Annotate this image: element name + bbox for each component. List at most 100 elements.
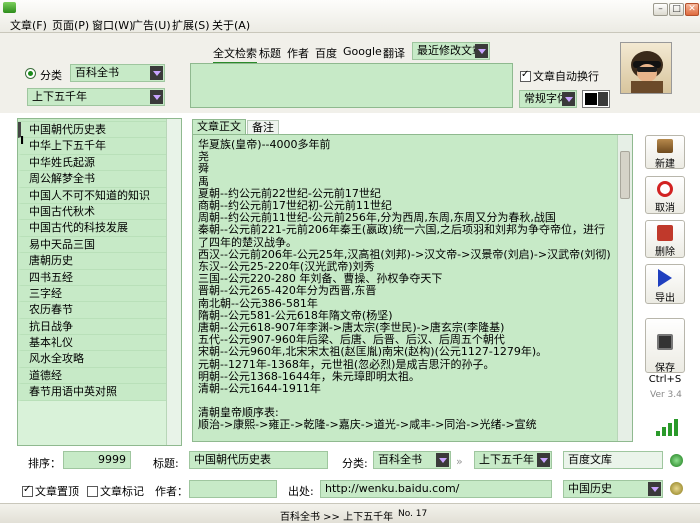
list-item[interactable]: 基本礼仪 (18, 335, 181, 352)
delete-button[interactable]: 删除 (645, 220, 685, 258)
tab-author[interactable]: 作者 (287, 45, 309, 61)
go-icon[interactable] (670, 454, 683, 467)
title-field[interactable]: 中国朝代历史表 (189, 451, 328, 469)
list-item[interactable]: 抗日战争 (18, 318, 181, 336)
sort-select[interactable]: 最近修改文章 (412, 42, 490, 60)
list-item[interactable]: 四书五经 (18, 269, 181, 286)
library-select[interactable]: 百度文库 (563, 451, 663, 469)
category-primary-select[interactable]: 百科全书 (70, 64, 165, 82)
tab-baidu[interactable]: 百度 (315, 45, 337, 61)
tab-title[interactable]: 标题 (259, 45, 281, 61)
mark-article-label: 文章标记 (100, 485, 144, 498)
content-line: 秦朝--公元前221-元前206年秦王(嬴政)统一六国,之后项羽和刘邦为争夺帝位… (198, 223, 605, 249)
export-button[interactable]: 导出 (645, 264, 685, 304)
list-item[interactable]: 春节用语中英对照 (18, 384, 181, 401)
pin-article-checkbox[interactable]: 文章置顶 (22, 483, 79, 499)
minimize-button[interactable]: – (653, 3, 668, 16)
category-field-select[interactable]: 百科全书 (373, 451, 451, 469)
menu-window[interactable]: 窗口(W) (92, 17, 133, 33)
list-item[interactable]: 中华姓氏起源 (18, 154, 181, 172)
category-radio[interactable] (25, 68, 36, 79)
status-bar: 百科全书 >> 上下五千年 No. 17 (0, 503, 700, 523)
library-value: 百度文库 (568, 453, 612, 466)
cancel-icon (657, 181, 673, 197)
content-line: 晋朝--公元265-420年分为西晋,东晋 (198, 284, 377, 298)
go-icon[interactable] (670, 482, 683, 495)
list-item[interactable]: 道德经 (18, 367, 181, 385)
checkbox-checked-icon (520, 69, 531, 82)
list-item[interactable]: 周公解梦全书 (18, 171, 181, 188)
content-line: 尧 (198, 150, 209, 164)
content-line: 南北朝--公元386-581年 (198, 296, 318, 310)
avatar (620, 42, 672, 94)
save-button[interactable]: 保存 Ctrl+S (645, 318, 685, 385)
source-tag-select[interactable]: 中国历史 (563, 480, 663, 498)
text-cursor-icon: I (20, 134, 25, 147)
menu-bar: 文章(F) 页面(P) 窗口(W) 广告(U) 扩展(S) 关于(A) – □ … (0, 0, 700, 33)
auto-wrap-checkbox[interactable]: 文章自动换行 (520, 68, 599, 84)
new-button[interactable]: 新建 (645, 135, 685, 170)
version-label: Ver 3.4 (650, 390, 682, 400)
author-field[interactable] (189, 480, 277, 498)
menu-page[interactable]: 页面(P) (52, 17, 89, 33)
sort-order-field[interactable]: 9999 (63, 451, 131, 469)
list-item[interactable]: 中国人不可不知道的知识 (18, 187, 181, 204)
subcategory-field-select[interactable]: 上下五千年 (474, 451, 552, 469)
separator-arrows: » (456, 455, 463, 468)
chevron-down-icon (150, 90, 163, 104)
chevron-down-icon (562, 92, 575, 106)
auto-wrap-label: 文章自动换行 (533, 70, 599, 83)
chevron-down-icon (537, 453, 550, 467)
tab-article-body[interactable]: 文章正文 (192, 119, 246, 135)
color-picker[interactable] (582, 90, 610, 108)
list-item[interactable]: 农历春节 (18, 302, 181, 319)
menu-article[interactable]: 文章(F) (10, 17, 47, 33)
tab-translate[interactable]: 翻译 (383, 45, 405, 61)
cancel-button-label: 取消 (655, 203, 675, 214)
maximize-button[interactable]: □ (669, 3, 684, 16)
list-item[interactable]: 易中天品三国 (18, 236, 181, 254)
subcategory-field-value: 上下五千年 (479, 453, 534, 466)
content-scrollbar[interactable] (617, 135, 632, 441)
tab-notes[interactable]: 备注 (247, 120, 279, 134)
menu-about[interactable]: 关于(A) (212, 17, 250, 33)
content-line: 华夏族(皇帝)--4000多年前 (198, 138, 331, 151)
status-number: No. 17 (398, 509, 428, 519)
category-field-label: 分类: (342, 457, 368, 470)
article-list[interactable]: 中国朝代历史表 中华上下五千年 中华姓氏起源 周公解梦全书 中国人不可不知道的知… (17, 118, 182, 446)
delete-icon (657, 225, 673, 241)
menu-ads[interactable]: 广告(U) (132, 17, 171, 33)
list-item[interactable]: 唐朝历史 (18, 253, 181, 270)
pin-article-label: 文章置顶 (35, 485, 79, 498)
chevron-down-icon (150, 66, 163, 80)
scroll-thumb[interactable] (620, 151, 630, 199)
list-item[interactable]: 中国古代的科技发展 (18, 220, 181, 237)
tab-fulltext[interactable]: 全文检索 (213, 45, 257, 64)
article-editor[interactable]: 华夏族(皇帝)--4000多年前 尧 舜 禹 夏朝--约公元前22世纪-公元前1… (192, 134, 633, 442)
cancel-button[interactable]: 取消 (645, 176, 685, 214)
app-icon (3, 2, 16, 13)
mark-article-checkbox[interactable]: 文章标记 (87, 483, 144, 499)
arrow-right-icon (658, 269, 672, 287)
list-item[interactable]: 三字经 (18, 285, 181, 303)
tab-google[interactable]: Google (343, 45, 382, 58)
category-secondary-select[interactable]: 上下五千年 (27, 88, 165, 106)
save-button-label: 保存 Ctrl+S (648, 363, 682, 385)
list-item[interactable]: 风水全攻略 (18, 351, 181, 368)
list-item[interactable]: 中国朝代历史表 (18, 122, 181, 139)
source-field[interactable]: http://wenku.baidu.com/ (320, 480, 552, 498)
list-item[interactable]: 中国古代秋术 (18, 203, 181, 221)
list-scrollbar[interactable] (166, 119, 181, 445)
new-icon (657, 139, 673, 153)
font-select[interactable]: 常规字体 (519, 90, 577, 108)
category-label: 分类 (40, 69, 62, 82)
sort-order-label: 排序： (28, 457, 61, 470)
category-secondary-value: 上下五千年 (32, 90, 87, 103)
menu-extend[interactable]: 扩展(S) (172, 17, 210, 33)
search-input[interactable] (190, 63, 513, 108)
close-button[interactable]: ✕ (685, 3, 699, 16)
list-item[interactable]: 中华上下五千年 (18, 138, 181, 155)
tab-article-body-label: 文章正文 (197, 120, 241, 133)
category-primary-value: 百科全书 (75, 66, 119, 79)
new-button-label: 新建 (655, 159, 675, 170)
